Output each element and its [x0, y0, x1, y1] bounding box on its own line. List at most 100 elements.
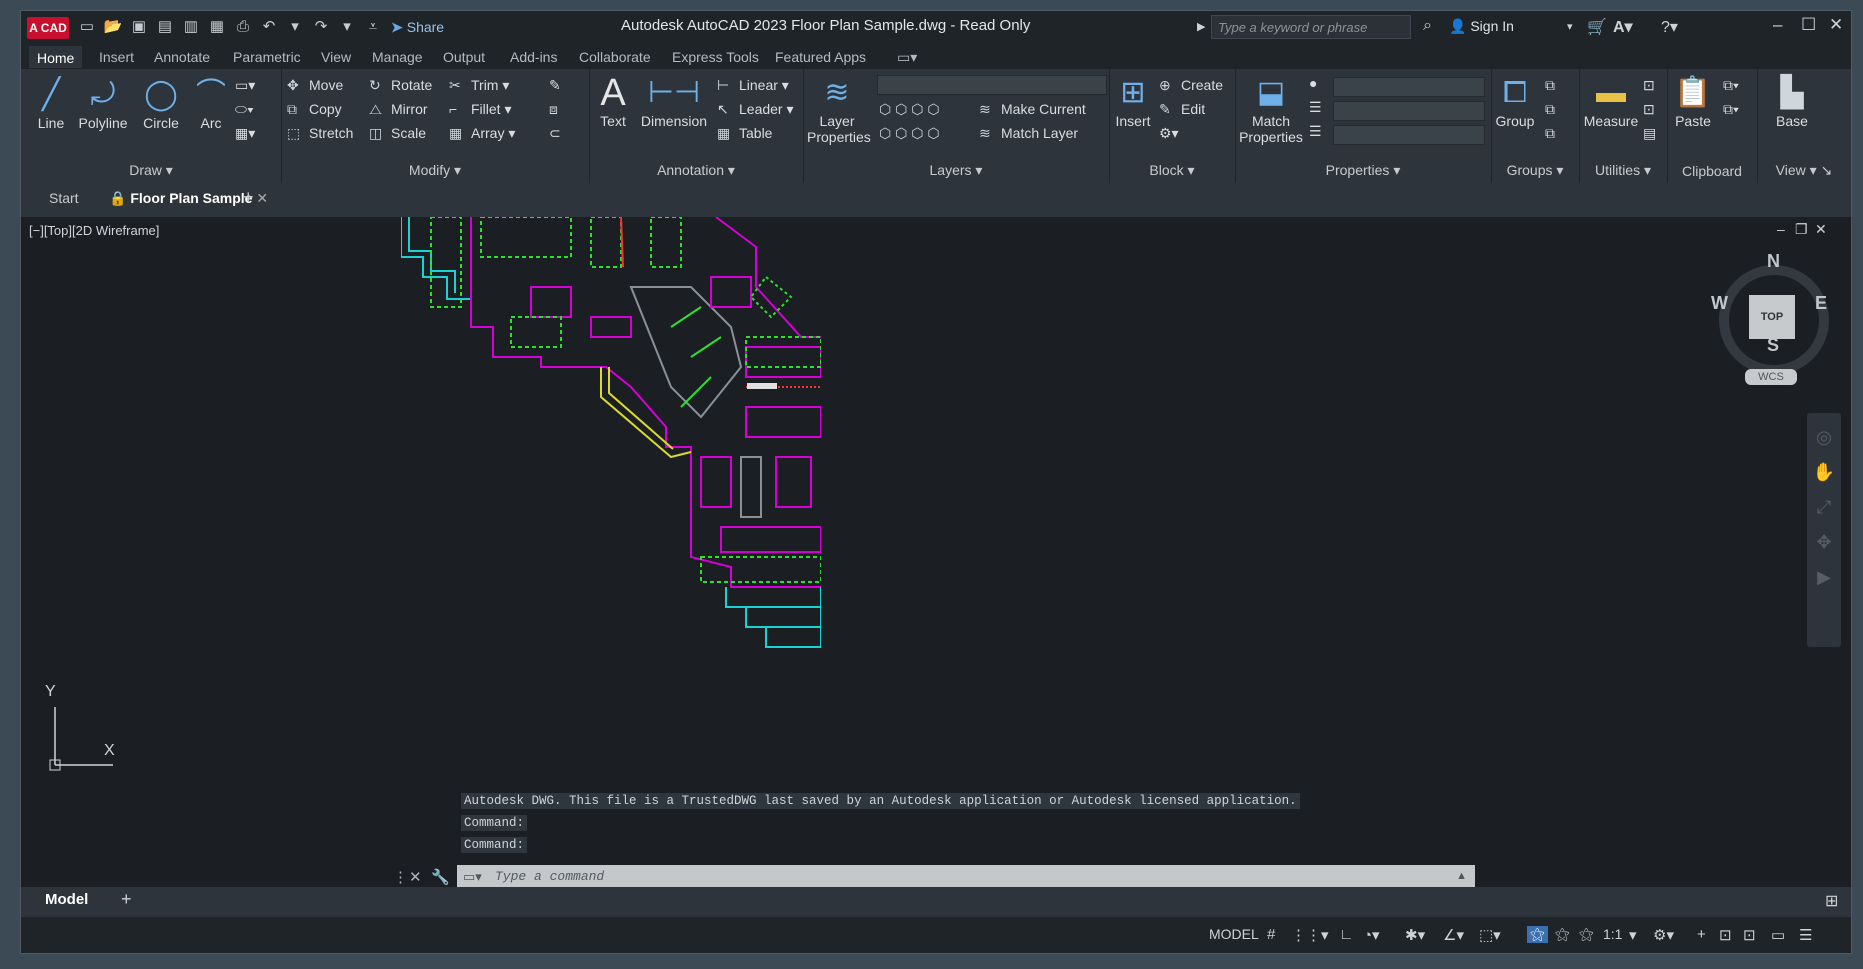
copy-button[interactable]: ⧉ Copy — [287, 101, 342, 118]
block-panel-label[interactable]: Block ▾ — [1109, 162, 1235, 179]
base-button[interactable]: ▙ Base — [1767, 73, 1817, 129]
command-history-toggle-icon[interactable]: ▲ — [1456, 870, 1467, 882]
match-properties-button[interactable]: ⬓ Match Properties — [1239, 73, 1303, 145]
mirror-button[interactable]: ⧍ Mirror — [369, 101, 428, 118]
plot-icon[interactable]: ⎙ — [233, 17, 253, 37]
tab-manage[interactable]: Manage — [372, 49, 423, 65]
tab-annotate[interactable]: Annotate — [154, 49, 210, 65]
edit-block-button[interactable]: ✎ Edit — [1159, 101, 1205, 118]
zoom-extents-icon[interactable]: ⤢ — [1807, 497, 1841, 518]
plus-icon[interactable]: + — [1697, 926, 1706, 943]
polar-icon[interactable]: ◔▾ — [1363, 926, 1380, 944]
open-icon[interactable]: 📂 — [103, 17, 123, 37]
drawing-canvas[interactable]: [−][Top][2D Wireframe] – ❐ ✕ N S E W TOP… — [21, 217, 1851, 891]
viewport-close-icon[interactable]: ✕ — [1815, 221, 1827, 238]
cut-icon[interactable]: ⧉▾ — [1723, 77, 1739, 94]
app-logo[interactable]: A CAD — [27, 17, 69, 39]
select-all-icon[interactable]: ⊡ — [1643, 101, 1655, 118]
pan-icon[interactable]: ✋ — [1807, 462, 1841, 483]
lineweight-icon[interactable]: ☰ — [1309, 123, 1322, 140]
customize-qat-icon[interactable]: ⩡ — [363, 17, 383, 37]
clipboard-panel-label[interactable]: Clipboard — [1667, 163, 1757, 179]
units-icon[interactable]: ⊡ — [1719, 926, 1732, 944]
trim-button[interactable]: ✂ Trim ▾ — [449, 77, 509, 94]
linetype-icon[interactable]: ☰ — [1309, 99, 1322, 116]
search-icon[interactable]: ⌕ — [1423, 17, 1432, 35]
object-snap-icon[interactable]: ⬚▾ — [1479, 926, 1501, 944]
close-icon[interactable]: ✕ — [1829, 15, 1843, 35]
scale-button[interactable]: ◫ Scale — [369, 125, 426, 142]
linetype-dropdown[interactable] — [1333, 101, 1485, 121]
move-button[interactable]: ✥ Move — [287, 77, 343, 94]
offset-icon[interactable]: ⊂ — [549, 125, 561, 142]
layer-dropdown[interactable] — [877, 75, 1107, 95]
undo-dropdown-icon[interactable]: ▾ — [285, 17, 305, 37]
color-dropdown[interactable] — [1333, 77, 1485, 97]
tab-add-ins[interactable]: Add-ins — [510, 49, 557, 65]
rotate-button[interactable]: ↻ Rotate — [369, 77, 432, 94]
autoscale-icon[interactable]: ⚝ — [1555, 926, 1570, 943]
groups-panel-label[interactable]: Groups ▾ — [1491, 162, 1579, 179]
command-close-icon[interactable]: ✕ — [409, 868, 422, 886]
redo-dropdown-icon[interactable]: ▾ — [337, 17, 357, 37]
properties-panel-label[interactable]: Properties ▾ — [1235, 162, 1491, 179]
viewport-minimize-icon[interactable]: – — [1777, 221, 1785, 237]
viewcube-top-face[interactable]: TOP — [1749, 295, 1795, 339]
view-panel-label[interactable]: View ▾ ↘ — [1757, 162, 1851, 179]
erase-icon[interactable]: ✎ — [549, 77, 561, 94]
layers-panel-label[interactable]: Layers ▾ — [803, 162, 1109, 179]
ortho-icon[interactable]: ∟ — [1339, 926, 1354, 943]
tab-express-tools[interactable]: Express Tools — [672, 49, 759, 65]
signin-dropdown-icon[interactable]: ▾ — [1567, 20, 1573, 33]
ungroup-icon[interactable]: ⧉ — [1545, 77, 1555, 94]
dimension-button[interactable]: ⊢⊣ Dimension — [639, 73, 709, 129]
quick-select-icon[interactable]: ⊡ — [1643, 77, 1655, 94]
chevron-right-icon[interactable]: ▶ — [1197, 20, 1205, 33]
tab-model[interactable]: Model — [45, 891, 88, 908]
close-tab-icon[interactable]: ✕ — [256, 190, 268, 206]
match-layer-button[interactable]: ≋ Match Layer — [979, 125, 1078, 142]
circle-button[interactable]: ◯ Circle — [135, 75, 187, 131]
annotation-scale-icon[interactable]: ⚝ — [1579, 926, 1594, 943]
maximize-icon[interactable]: ☐ — [1801, 15, 1816, 35]
sign-in-button[interactable]: 👤 Sign In — [1449, 18, 1514, 35]
table-button[interactable]: ▦ Table — [717, 125, 772, 142]
redo-icon[interactable]: ↷ — [311, 17, 331, 37]
command-customize-icon[interactable]: 🔧 — [431, 868, 450, 886]
measure-button[interactable]: ▬ Measure — [1581, 73, 1641, 129]
orbit-icon[interactable]: ✥ — [1807, 532, 1841, 553]
help-icon[interactable]: ?▾ — [1661, 17, 1678, 37]
tab-home[interactable]: Home — [29, 46, 83, 68]
draw-panel-label[interactable]: Draw ▾ — [21, 162, 281, 179]
copy-clip-icon[interactable]: ⧉▾ — [1723, 101, 1739, 118]
lineweight-dropdown[interactable] — [1333, 125, 1485, 145]
tab-output[interactable]: Output — [443, 49, 485, 65]
add-layout-icon[interactable]: + — [121, 889, 132, 910]
tab-insert[interactable]: Insert — [99, 49, 134, 65]
group-edit-icon[interactable]: ⧉ — [1545, 101, 1555, 118]
compass-north[interactable]: N — [1767, 251, 1780, 272]
save-as-icon[interactable]: ▤ — [155, 17, 175, 37]
layer-tools-row2-icon[interactable]: ⬡ ⬡ ⬡ ⬡ — [879, 125, 940, 142]
layer-tools-row1-icon[interactable]: ⬡ ⬡ ⬡ ⬡ — [879, 101, 940, 118]
leader-button[interactable]: ↖ Leader ▾ — [717, 101, 794, 118]
ribbon-toggle-icon[interactable]: ▭▾ — [897, 49, 917, 66]
showmotion-icon[interactable]: ▶ — [1807, 567, 1841, 588]
undo-icon[interactable]: ↶ — [259, 17, 279, 37]
cart-icon[interactable]: 🛒 — [1587, 17, 1607, 37]
explode-icon[interactable]: ⧈ — [549, 101, 558, 118]
wcs-menu[interactable]: WCS — [1745, 369, 1797, 385]
tab-featured-apps[interactable]: Featured Apps — [775, 49, 866, 65]
block-attributes-icon[interactable]: ⚙▾ — [1159, 125, 1179, 142]
array-button[interactable]: ▦ Array ▾ — [449, 125, 515, 142]
save-icon[interactable]: ▣ — [129, 17, 149, 37]
open-web-icon[interactable]: ▥ — [181, 17, 201, 37]
annotation-panel-label[interactable]: Annotation ▾ — [589, 162, 803, 179]
tab-parametric[interactable]: Parametric — [233, 49, 301, 65]
color-wheel-icon[interactable]: ● — [1309, 75, 1317, 91]
text-button[interactable]: A Text — [593, 73, 633, 129]
layout-grid-icon[interactable]: ⊞ — [1825, 891, 1838, 911]
rectangle-icon[interactable]: ▭▾ — [235, 77, 255, 94]
utilities-panel-label[interactable]: Utilities ▾ — [1579, 162, 1667, 179]
tab-collaborate[interactable]: Collaborate — [579, 49, 651, 65]
